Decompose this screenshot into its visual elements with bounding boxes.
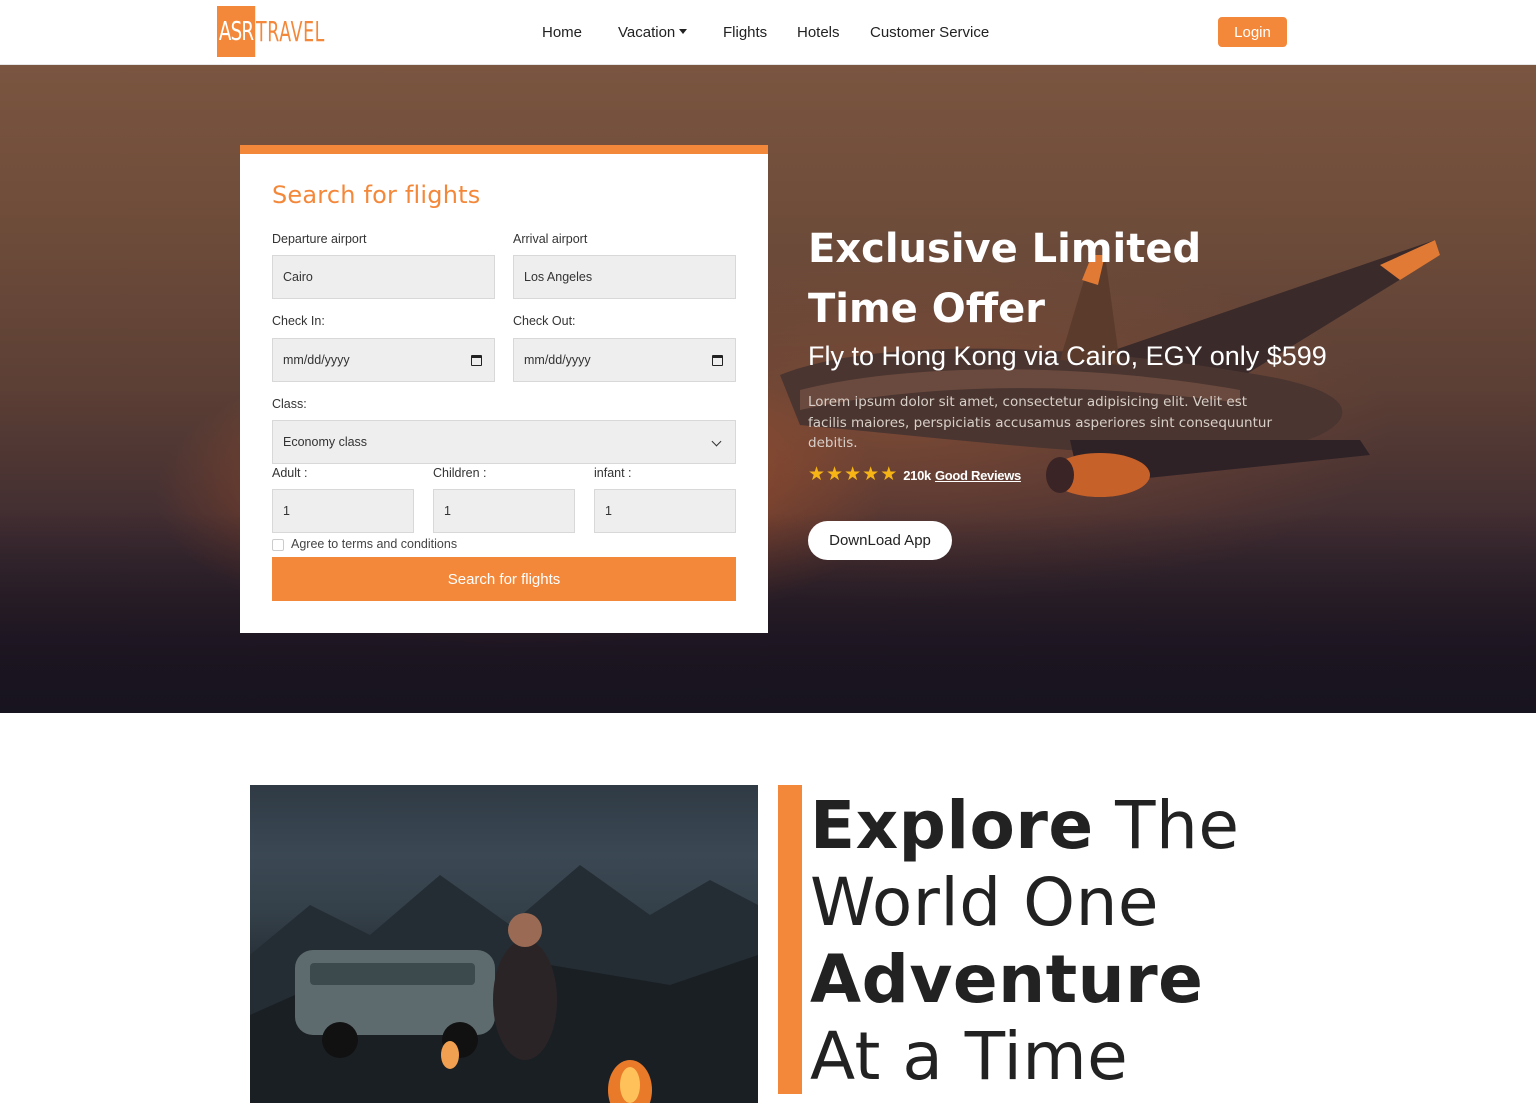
terms-checkbox[interactable]	[272, 539, 284, 551]
checkout-date-input[interactable]: mm/dd/yyyy	[513, 338, 736, 382]
arrival-label: Arrival airport	[513, 232, 588, 246]
adult-count-input[interactable]: 1	[272, 489, 414, 533]
checkin-placeholder: mm/dd/yyyy	[283, 353, 350, 367]
arrival-value: Los Angeles	[524, 270, 593, 284]
rating: ★ ★ ★ ★ ★ 210k Good Reviews	[808, 465, 1021, 485]
nav-vacation-label: Vacation	[618, 24, 676, 41]
adventure-photo	[250, 785, 758, 1103]
nav-flights[interactable]: Flights	[723, 22, 767, 44]
offer-subtitle: Fly to Hong Kong via Cairo, EGY only $59…	[808, 341, 1327, 371]
checkin-date-input[interactable]: mm/dd/yyyy	[272, 338, 495, 382]
explore-bold-word: Explore	[810, 787, 1094, 864]
search-flights-button[interactable]: Search for flights	[272, 557, 736, 601]
nav-vacation-dropdown[interactable]: Vacation	[618, 22, 688, 44]
departure-label: Departure airport	[272, 232, 367, 246]
reviews-count: 210k	[903, 467, 931, 483]
star-icon: ★	[862, 464, 880, 485]
nav-hotels[interactable]: Hotels	[797, 22, 840, 44]
chevron-down-icon	[711, 436, 722, 447]
offer-description: Lorem ipsum dolor sit amet, consectetur …	[808, 394, 1273, 451]
infant-label: infant :	[594, 466, 632, 480]
explore-line-1-rest: The	[1093, 787, 1240, 864]
star-icon: ★	[808, 464, 826, 485]
terms-label[interactable]: Agree to terms and conditions	[291, 537, 457, 551]
hero-cloud-overlay	[0, 513, 1536, 713]
checkout-label: Check Out:	[513, 314, 576, 328]
infant-value: 1	[605, 504, 612, 518]
class-select[interactable]: Economy class	[272, 420, 736, 464]
departure-airport-input[interactable]: Cairo	[272, 255, 495, 299]
login-button[interactable]: Login	[1218, 17, 1287, 47]
children-label: Children :	[433, 466, 487, 480]
checkout-placeholder: mm/dd/yyyy	[524, 353, 591, 367]
nav-home[interactable]: Home	[542, 22, 582, 44]
children-count-input[interactable]: 1	[433, 489, 575, 533]
infant-count-input[interactable]: 1	[594, 489, 736, 533]
class-label: Class:	[272, 397, 307, 411]
adult-label: Adult :	[272, 466, 308, 480]
star-icon: ★	[844, 464, 862, 485]
children-value: 1	[444, 504, 451, 518]
star-icon: ★	[880, 464, 898, 485]
accent-bar	[778, 785, 802, 1094]
class-value: Economy class	[283, 435, 368, 449]
explore-line-2: World One	[810, 864, 1160, 941]
explore-heading: Explore The World One Adventure At a Tim…	[810, 787, 1330, 1095]
departure-value: Cairo	[283, 270, 313, 284]
main-nav: Home Vacation Flights Hotels Customer Se…	[0, 22, 1536, 44]
star-icon: ★	[826, 464, 844, 485]
hero-section	[0, 65, 1536, 713]
adult-value: 1	[283, 504, 290, 518]
caret-down-icon	[679, 29, 688, 34]
search-card-title: Search for flights	[272, 181, 481, 209]
download-app-button[interactable]: DownLoad App	[808, 521, 952, 560]
offer-title: Exclusive Limited Time Offer	[808, 226, 1202, 332]
checkin-label: Check In:	[272, 314, 325, 328]
arrival-airport-input[interactable]: Los Angeles	[513, 255, 736, 299]
navbar: ASR TRAVEL Home Vacation Flights Hotels …	[0, 0, 1536, 65]
explore-line-3: Adventure	[810, 941, 1204, 1018]
explore-line-4: At a Time	[810, 1018, 1129, 1095]
calendar-icon[interactable]	[712, 355, 723, 366]
adventure-scene	[250, 865, 758, 1103]
flight-search-card: Search for flights Departure airport Cai…	[240, 145, 768, 633]
explore-line-1: Explore The	[810, 787, 1330, 864]
calendar-icon[interactable]	[471, 355, 482, 366]
nav-customer-service[interactable]: Customer Service	[870, 22, 989, 44]
good-reviews-link[interactable]: Good Reviews	[935, 468, 1021, 483]
